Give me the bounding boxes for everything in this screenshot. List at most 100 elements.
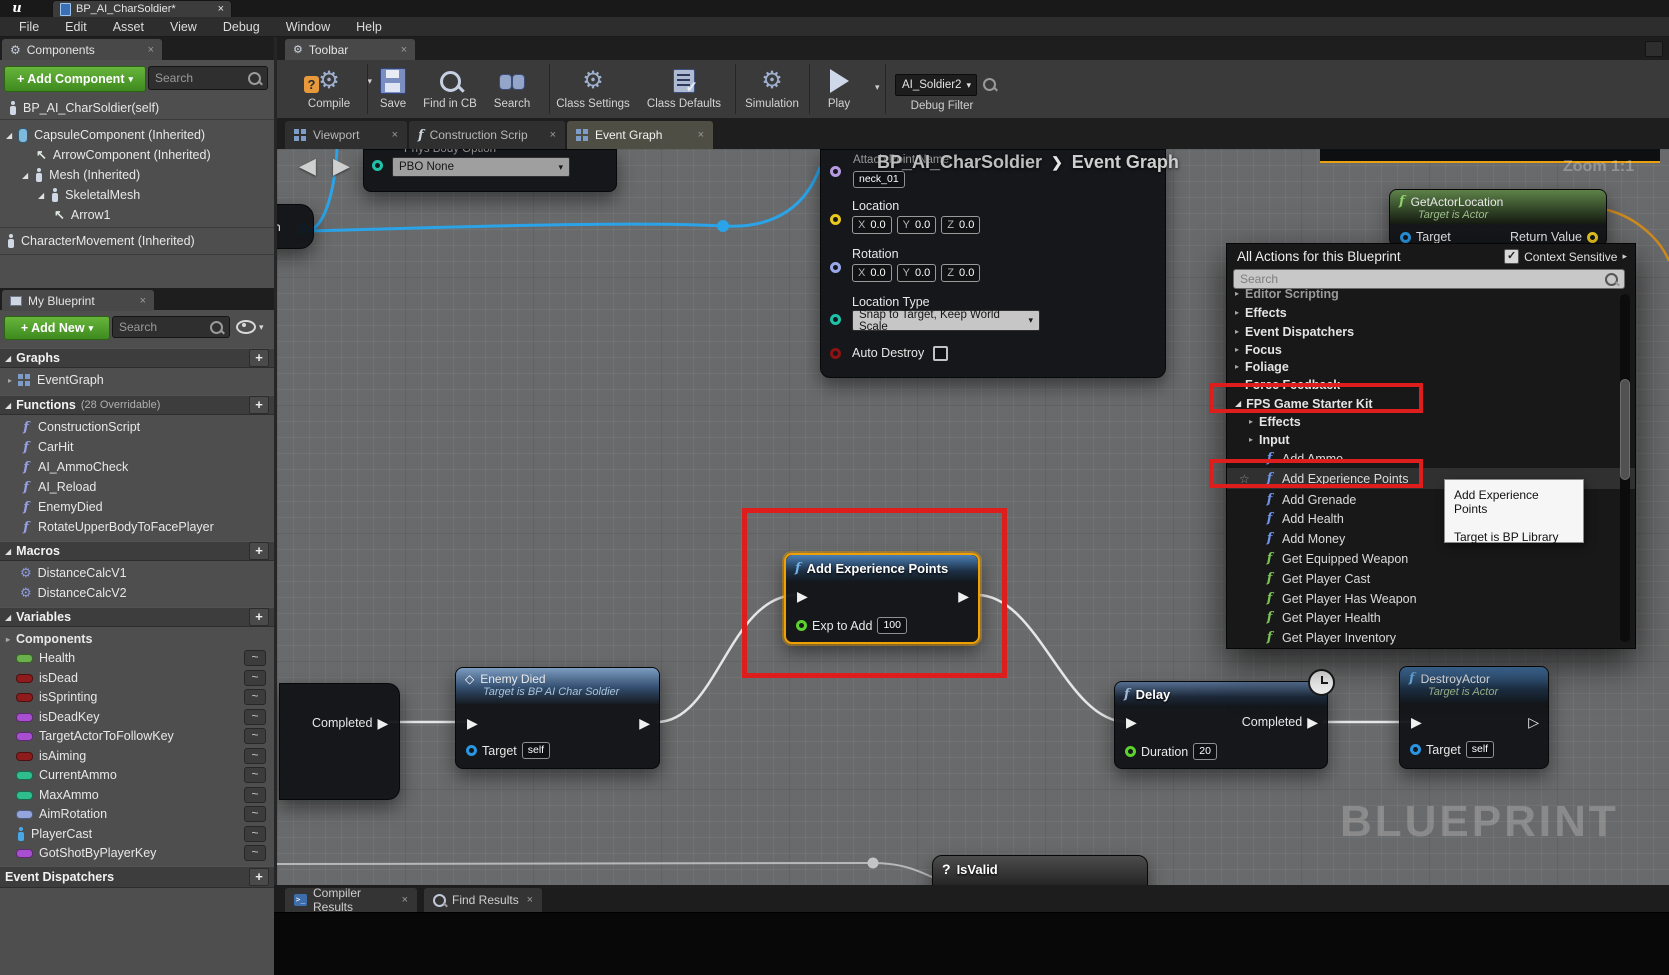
actions-scrollbar-thumb[interactable] [1620, 379, 1630, 480]
return-value-pin[interactable]: Return Value [1510, 230, 1598, 244]
duration-input[interactable]: 20 [1193, 743, 1217, 760]
actions-row-fps-game-starter-kit[interactable]: ◢ FPS Game Starter Kit [1227, 394, 1635, 413]
variable-toggle[interactable]: ~ [244, 826, 266, 842]
favorite-star-icon[interactable]: ☆ [1239, 472, 1250, 486]
target-pin[interactable]: Target self [466, 742, 550, 759]
tab-my-blueprint[interactable]: My Blueprint × [2, 290, 154, 311]
add-event-dispatcher-button[interactable]: + [249, 868, 269, 886]
tab-components[interactable]: ⚙ Components × [2, 39, 162, 60]
variable-row[interactable]: isDead ~ [0, 669, 274, 687]
list-item-function[interactable]: f AI_Reload [0, 478, 274, 496]
variable-row[interactable]: Health ~ [0, 649, 274, 667]
actions-row-function[interactable]: f Get Player Health [1227, 608, 1635, 627]
actions-scrollbar-track[interactable] [1620, 294, 1630, 642]
object-pin-icon[interactable] [1400, 232, 1411, 243]
completed-exec-pin[interactable]: Completed ▶ [312, 716, 388, 730]
variable-row[interactable]: CurrentAmmo ~ [0, 766, 274, 784]
components-search-input[interactable]: Search [148, 66, 268, 90]
target-value[interactable]: self [522, 742, 550, 759]
enum-pin-icon[interactable] [830, 314, 841, 325]
variable-row[interactable]: AimRotation ~ [0, 805, 274, 823]
variable-toggle[interactable]: ~ [244, 689, 266, 705]
location-xyz-inputs[interactable]: X0.0 Y0.0 Z0.0 [852, 216, 980, 234]
tree-row-arrow1[interactable]: ↖ Arrow1 [0, 206, 274, 224]
node-destroy-actor[interactable]: f DestroyActor Target is Actor ▶ ▷ Targe… [1399, 666, 1549, 769]
list-item-eventgraph[interactable]: ▸ EventGraph [0, 371, 274, 389]
node-enemy-died[interactable]: ◇ Enemy Died Target is BP AI Char Soldie… [455, 667, 660, 769]
graphs-section-header[interactable]: ◢ Graphs + [0, 348, 274, 368]
actions-row-category[interactable]: ▸ Force Feedback [1227, 375, 1635, 394]
close-icon[interactable]: × [218, 3, 224, 15]
duration-pin[interactable]: Duration 20 [1125, 743, 1217, 760]
tree-row-capsule[interactable]: ◢ CapsuleComponent (Inherited) [0, 126, 274, 144]
close-icon[interactable]: × [698, 129, 704, 141]
tab-compiler-results[interactable]: >_ Compiler Results × [285, 888, 417, 912]
exp-to-add-input[interactable]: 100 [877, 617, 907, 634]
exec-in-pin-icon[interactable]: ▶ [1411, 715, 1422, 729]
node-delay[interactable]: f Delay ▶ Completed ▶ Duration 20 [1114, 681, 1328, 769]
variable-toggle[interactable]: ~ [244, 787, 266, 803]
variable-row[interactable]: isSprinting ~ [0, 688, 274, 706]
my-blueprint-search-input[interactable]: Search [112, 316, 230, 338]
list-item-macro[interactable]: ⚙ DistanceCalcV2 [0, 584, 274, 602]
variable-row[interactable]: TargetActorToFollowKey ~ [0, 727, 274, 745]
float-pin-icon[interactable] [1125, 746, 1136, 757]
int-pin-icon[interactable] [796, 620, 807, 631]
variable-toggle[interactable]: ~ [244, 748, 266, 764]
completed-exec-pin[interactable]: Completed ▶ [1242, 715, 1318, 729]
node-spawn-attached-partial[interactable]: Attach Point Name neck_01 Location X0.0 … [820, 149, 1166, 378]
variable-toggle[interactable]: ~ [244, 728, 266, 744]
node-is-valid[interactable]: ? IsValid [932, 855, 1148, 885]
actions-row-category[interactable]: ▸ Event Dispatchers [1227, 322, 1635, 341]
class-defaults-button[interactable]: Class Defaults [641, 64, 727, 110]
exec-out-pin-icon[interactable]: ▶ [639, 716, 650, 730]
actions-row-function[interactable]: f Add Ammo [1227, 449, 1635, 468]
tree-row-self[interactable]: BP_AI_CharSoldier(self) [0, 99, 274, 117]
actions-row-category[interactable]: ▸ Effects [1227, 303, 1635, 322]
collapse-icon[interactable]: ▸ [6, 635, 10, 644]
variable-row[interactable]: isAiming ~ [0, 747, 274, 765]
add-function-button[interactable]: + [249, 396, 269, 414]
node-phys-body-option-partial[interactable]: Phys Body Option PBO None ▾ [363, 149, 617, 192]
tab-viewport[interactable]: Viewport × [285, 121, 407, 149]
exec-in-pin-icon[interactable]: ▶ [797, 589, 808, 603]
list-item-function[interactable]: f CarHit [0, 438, 274, 456]
tab-find-results[interactable]: Find Results × [424, 888, 542, 912]
save-button[interactable]: Save [369, 64, 417, 110]
tree-row-skeletalmesh[interactable]: ◢ SkeletalMesh [0, 186, 274, 204]
find-in-cb-button[interactable]: Find in CB [419, 64, 481, 110]
variable-row[interactable]: isDeadKey ~ [0, 708, 274, 726]
tab-event-graph[interactable]: Event Graph × [567, 121, 713, 149]
list-item-function[interactable]: f EnemyDied [0, 498, 274, 516]
close-icon[interactable]: × [527, 894, 533, 906]
search-button[interactable]: Search [485, 64, 539, 110]
variable-row[interactable]: GotShotByPlayerKey ~ [0, 844, 274, 862]
variable-toggle[interactable]: ~ [244, 767, 266, 783]
checkbox-checked-icon[interactable]: ✓ [1504, 249, 1519, 264]
add-macro-button[interactable]: + [249, 542, 269, 560]
play-button[interactable]: Play [813, 64, 865, 110]
add-component-button[interactable]: + Add Component ▾ [4, 66, 146, 92]
expand-icon[interactable]: ◢ [6, 131, 12, 140]
menu-file[interactable]: File [6, 17, 52, 37]
pbo-dropdown[interactable]: PBO None ▾ [392, 157, 570, 177]
exp-to-add-pin[interactable]: Exp to Add 100 [796, 617, 907, 634]
exec-in-pin-icon[interactable]: ▶ [1126, 715, 1137, 729]
rotator-pin-icon[interactable] [830, 262, 841, 273]
rotation-xyz-inputs[interactable]: X0.0 Y0.0 Z0.0 [852, 264, 980, 282]
debug-search-icon[interactable] [983, 78, 996, 91]
actions-search-input[interactable]: Search [1233, 269, 1625, 289]
close-icon[interactable]: × [392, 129, 398, 141]
actions-row-function[interactable]: f Get Player Inventory [1227, 628, 1635, 647]
object-pin-icon[interactable] [1410, 744, 1421, 755]
tab-toolbar[interactable]: ⚙ Toolbar × [285, 39, 415, 60]
variable-row[interactable]: MaxAmmo ~ [0, 786, 274, 804]
attach-point-input[interactable]: neck_01 [853, 171, 905, 188]
actions-row-category[interactable]: ▸ Effects [1227, 412, 1635, 431]
tree-row-charactermovement[interactable]: CharacterMovement (Inherited) [0, 232, 274, 250]
add-variable-button[interactable]: + [249, 608, 269, 626]
add-new-button[interactable]: + Add New ▾ [4, 316, 110, 340]
close-icon[interactable]: × [401, 44, 407, 56]
menu-asset[interactable]: Asset [100, 17, 157, 37]
actions-row-category[interactable]: ▸ Input [1227, 430, 1635, 449]
